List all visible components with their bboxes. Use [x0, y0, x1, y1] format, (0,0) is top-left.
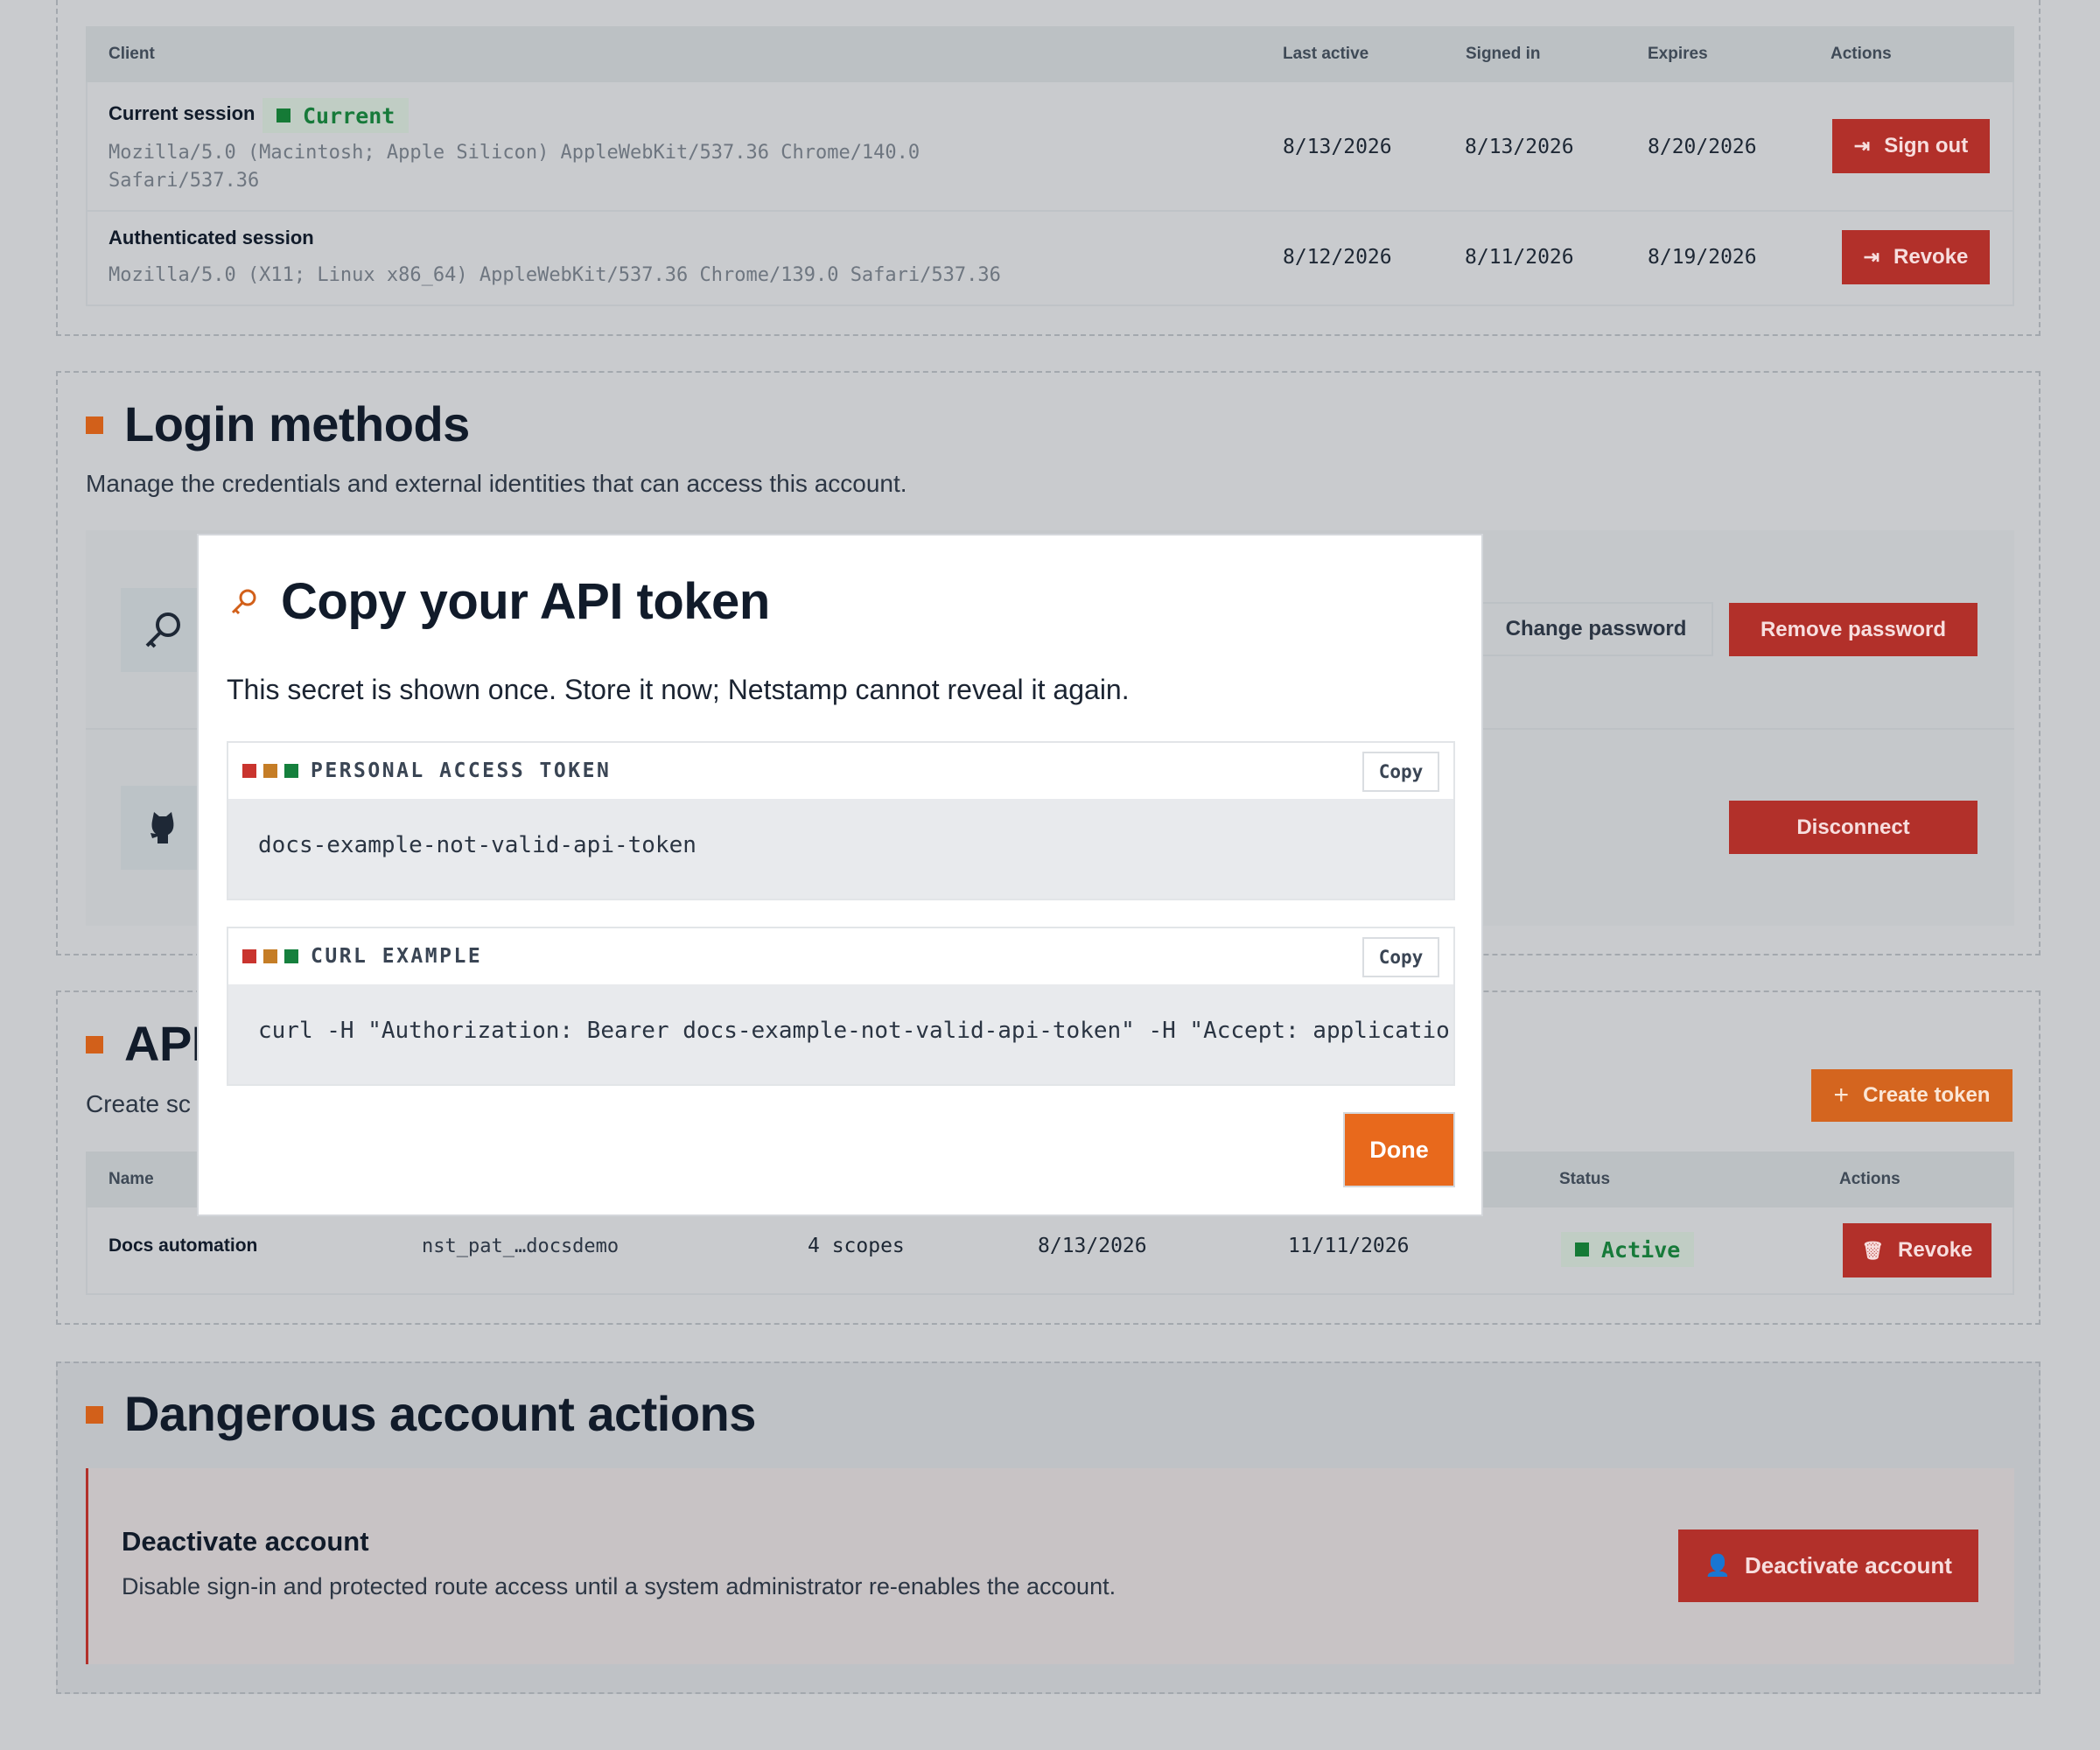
github-icon: [150, 812, 174, 844]
deactivate-label: Deactivate account: [1744, 1552, 1952, 1578]
dot-red: [242, 949, 256, 963]
last-active: 8/12/2026: [1283, 246, 1392, 269]
login-methods-title: Login methods: [124, 396, 470, 452]
col-client: Client: [108, 45, 155, 63]
create-token-label: Create token: [1863, 1083, 1991, 1107]
token-prefix: nst_pat_…docsdemo: [422, 1236, 620, 1257]
dot-green: [284, 949, 298, 963]
code-block-header: CURL EXAMPLE Copy: [228, 928, 1453, 984]
password-method-icon-tile: [121, 588, 205, 672]
dot-amber: [263, 764, 277, 778]
done-button[interactable]: Done: [1343, 1112, 1455, 1187]
deactivate-card: Deactivate account Disable sign-in and p…: [86, 1468, 2014, 1664]
revoke-label: Revoke: [1894, 245, 1969, 269]
remove-password-button[interactable]: Remove password: [1729, 603, 1978, 656]
sign-out-label: Sign out: [1884, 134, 1969, 158]
expires: 8/20/2026: [1648, 136, 1757, 158]
token-scopes: 4 scopes: [808, 1235, 905, 1257]
sessions-table-header: Client Last active Signed in Expires Act…: [86, 26, 2014, 82]
plus-icon: +: [1833, 1081, 1850, 1110]
token-value[interactable]: docs-example-not-valid-api-token: [258, 832, 696, 858]
token-code-block: PERSONAL ACCESS TOKEN Copy docs-example-…: [227, 741, 1455, 900]
table-row: Docs automation nst_pat_…docsdemo 4 scop…: [86, 1208, 2014, 1295]
session-title: Current session: [108, 102, 256, 124]
window-dots: [242, 764, 298, 778]
key-icon: [145, 612, 180, 648]
api-tokens-description: Create sc: [86, 1090, 191, 1117]
status-label: Active: [1601, 1236, 1681, 1263]
login-methods-description: Manage the credentials and external iden…: [86, 470, 907, 497]
dot-amber: [263, 949, 277, 963]
current-badge: Current: [262, 98, 410, 133]
section-marker: [86, 416, 103, 434]
user-agent: Mozilla/5.0 (Macintosh; Apple Silicon) A…: [108, 142, 920, 164]
last-active: 8/13/2026: [1283, 136, 1392, 158]
col-status: Status: [1559, 1170, 1611, 1188]
col-expires: Expires: [1648, 45, 1708, 63]
deactivate-description: Disable sign-in and protected route acce…: [122, 1573, 1116, 1600]
col-signed-in: Signed in: [1466, 45, 1541, 63]
disconnect-button[interactable]: Disconnect: [1729, 801, 1978, 854]
key-icon: [231, 589, 256, 615]
col-name: Name: [108, 1170, 154, 1188]
dot-red: [242, 764, 256, 778]
trash-icon: 🗑: [1861, 1241, 1884, 1261]
signed-in: 8/11/2026: [1465, 246, 1574, 269]
signed-in: 8/13/2026: [1465, 136, 1574, 158]
user-minus-icon: 👤: [1704, 1554, 1731, 1578]
copy-token-button[interactable]: Copy: [1362, 752, 1439, 792]
section-marker: [86, 1406, 103, 1424]
col-actions: Actions: [1830, 45, 1892, 63]
window-dots: [242, 949, 298, 963]
api-token-modal: Copy your API token This secret is shown…: [197, 534, 1483, 1216]
code-block-header: PERSONAL ACCESS TOKEN Copy: [228, 743, 1453, 799]
row-divider: [86, 210, 2014, 212]
deactivate-account-button[interactable]: 👤 Deactivate account: [1678, 1530, 1978, 1602]
badge-label: Current: [303, 102, 396, 129]
user-agent-cont: Safari/537.36: [108, 170, 260, 192]
token-expires: 11/11/2026: [1288, 1235, 1410, 1257]
token-created: 8/13/2026: [1038, 1235, 1147, 1257]
deactivate-title: Deactivate account: [122, 1526, 369, 1557]
copy-curl-button[interactable]: Copy: [1362, 937, 1439, 977]
modal-message: This secret is shown once. Store it now;…: [227, 674, 1130, 705]
revoke-icon: ⇥: [1863, 246, 1880, 268]
sign-out-button[interactable]: ⇥ Sign out: [1832, 119, 1990, 173]
change-password-button[interactable]: Change password: [1479, 602, 1713, 656]
github-method-icon-tile: [121, 786, 205, 870]
col-actions: Actions: [1839, 1170, 1900, 1188]
section-marker: [86, 1036, 103, 1054]
status-dot-icon: [1575, 1242, 1589, 1256]
session-title: Authenticated session: [108, 227, 314, 248]
status-badge: Active: [1561, 1232, 1695, 1267]
curl-code-block: CURL EXAMPLE Copy curl -H "Authorization…: [227, 927, 1455, 1086]
status-dot-icon: [276, 108, 290, 122]
revoke-label: Revoke: [1898, 1238, 1973, 1262]
token-label: PERSONAL ACCESS TOKEN: [311, 760, 612, 782]
create-token-button[interactable]: + Create token: [1811, 1069, 2012, 1122]
account-settings-page: Client Last active Signed in Expires Act…: [0, 0, 2100, 1750]
col-last-active: Last active: [1283, 45, 1369, 63]
curl-value[interactable]: curl -H "Authorization: Bearer docs-exam…: [258, 1018, 1453, 1044]
user-agent: Mozilla/5.0 (X11; Linux x86_64) AppleWeb…: [108, 264, 1001, 286]
token-name: Docs automation: [108, 1236, 258, 1256]
revoke-token-button[interactable]: 🗑 Revoke: [1843, 1223, 1992, 1278]
danger-title: Dangerous account actions: [124, 1386, 756, 1441]
api-tokens-title: API: [124, 1016, 205, 1071]
code-block-body: docs-example-not-valid-api-token: [228, 799, 1453, 899]
revoke-session-button[interactable]: ⇥ Revoke: [1842, 230, 1990, 284]
sign-out-icon: ⇥: [1853, 135, 1871, 157]
code-block-body: curl -H "Authorization: Bearer docs-exam…: [228, 984, 1453, 1084]
modal-title: Copy your API token: [281, 573, 770, 630]
curl-label: CURL EXAMPLE: [311, 945, 483, 968]
dot-green: [284, 764, 298, 778]
expires: 8/19/2026: [1648, 246, 1757, 269]
